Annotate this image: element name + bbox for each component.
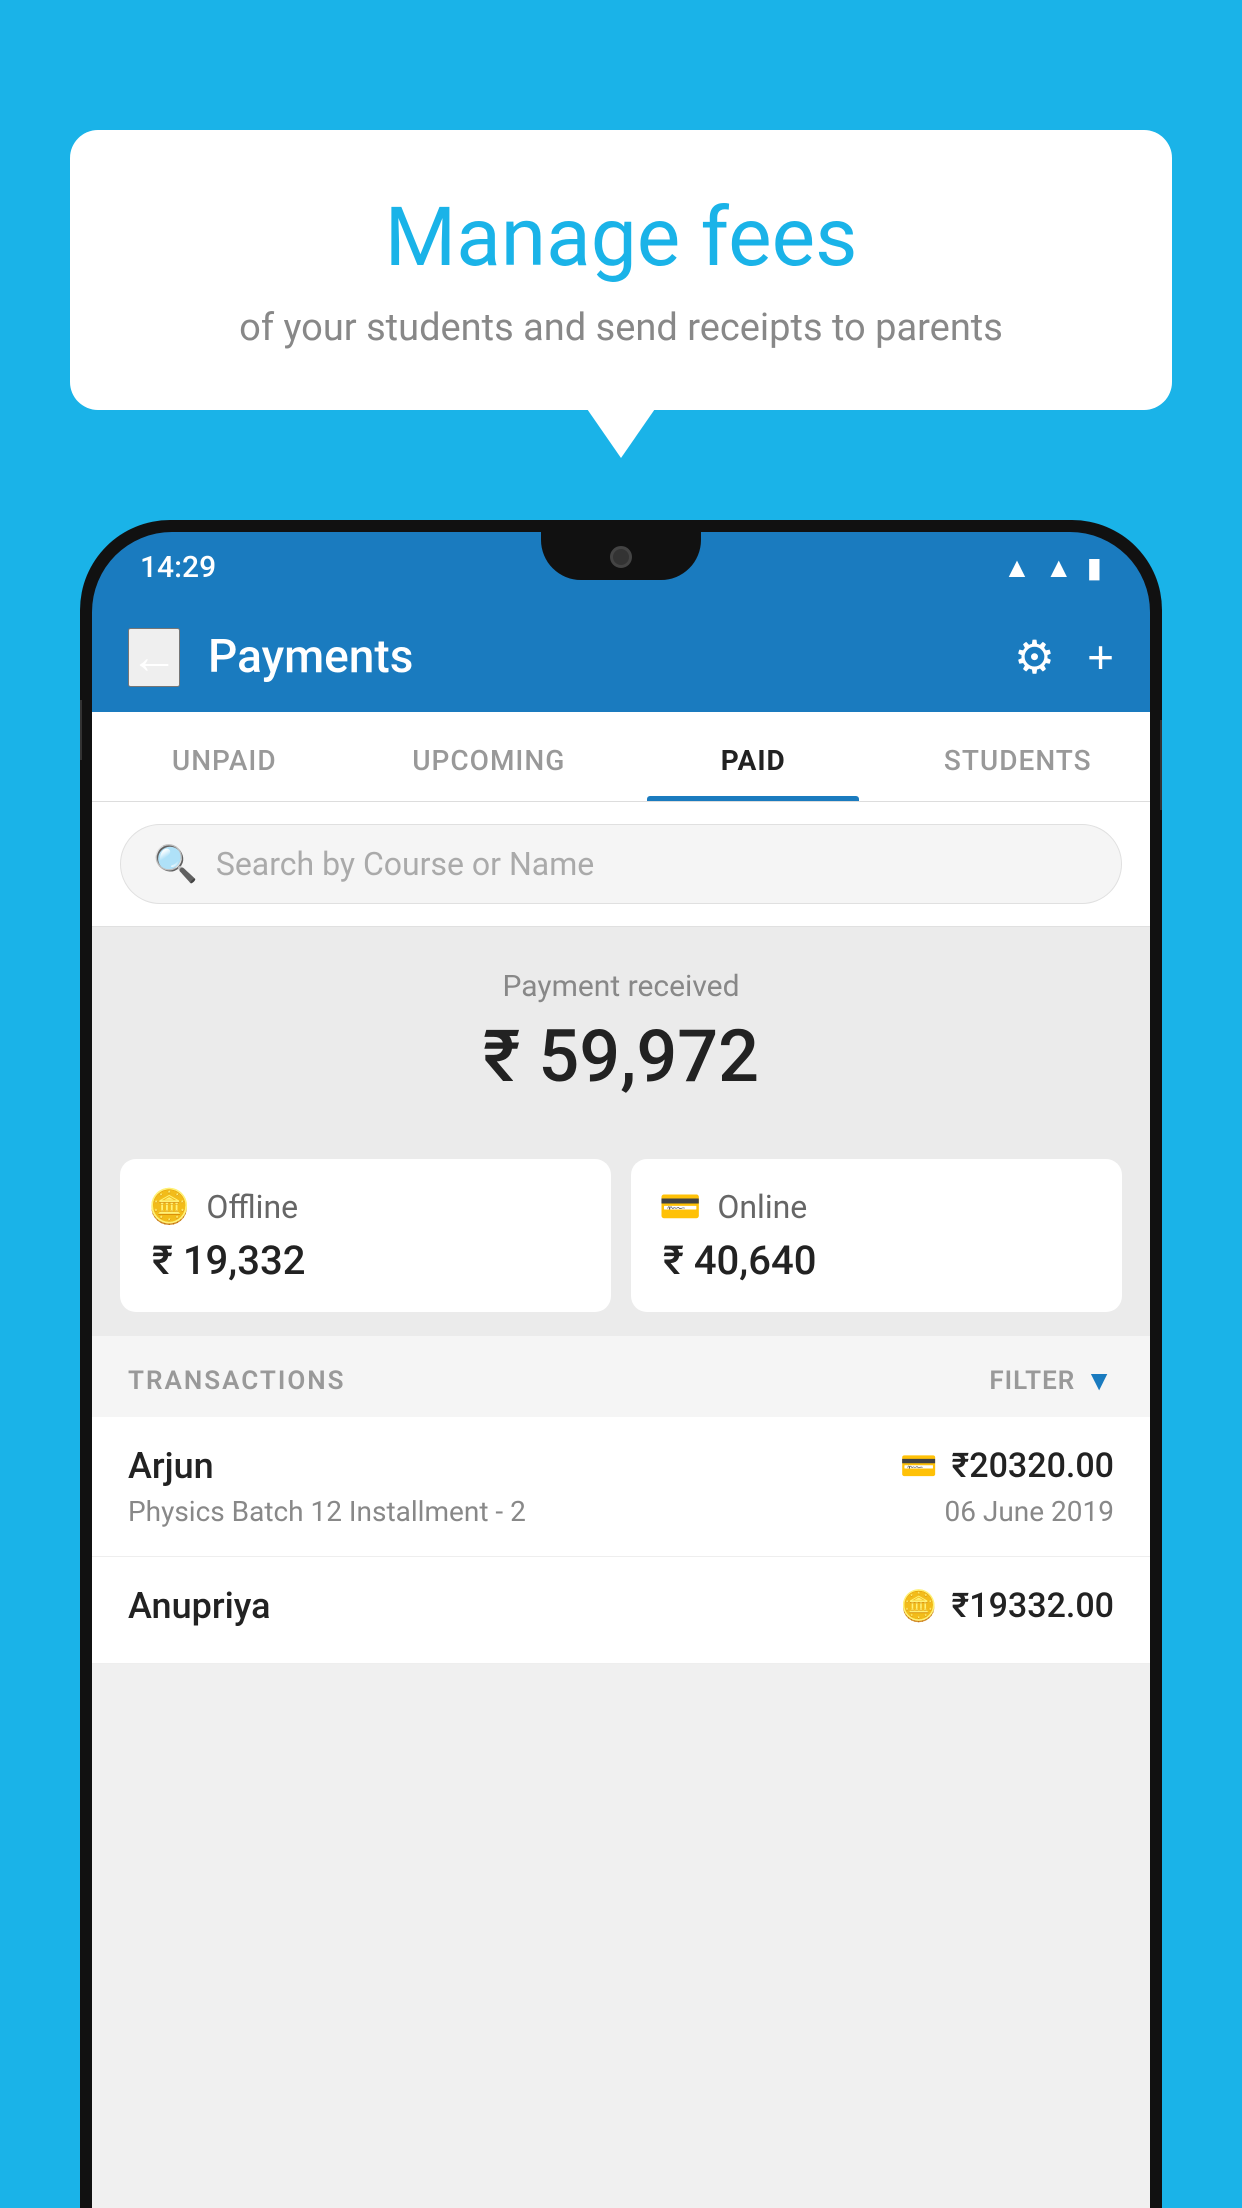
transaction-row-top: Arjun 💳 ₹20320.00 <box>128 1445 1114 1487</box>
phone-screen: 14:29 ▲ ▲ ▮ ← Payments ⚙ + UNPAID UPCOMI… <box>92 532 1150 2208</box>
cash-payment-icon: 🪙 <box>900 1589 937 1624</box>
filter-button[interactable]: FILTER ▼ <box>989 1364 1114 1397</box>
camera <box>610 546 632 568</box>
bubble-subtitle: of your students and send receipts to pa… <box>150 306 1092 350</box>
tabs-bar: UNPAID UPCOMING PAID STUDENTS <box>92 712 1150 802</box>
transactions-label: TRANSACTIONS <box>128 1366 346 1396</box>
speech-bubble: Manage fees of your students and send re… <box>70 130 1172 410</box>
offline-card-top: 🪙 Offline <box>148 1187 583 1227</box>
course-name: Physics Batch 12 Installment - 2 <box>128 1495 526 1528</box>
notch <box>541 532 701 580</box>
tab-upcoming[interactable]: UPCOMING <box>357 712 622 801</box>
payment-received-section: Payment received ₹ 59,972 <box>92 927 1150 1135</box>
payment-received-label: Payment received <box>92 969 1150 1004</box>
phone-frame: 14:29 ▲ ▲ ▮ ← Payments ⚙ + UNPAID UPCOMI… <box>80 520 1162 2208</box>
offline-label: Offline <box>206 1188 298 1226</box>
table-row[interactable]: Anupriya 🪙 ₹19332.00 <box>92 1557 1150 1664</box>
payment-cards: 🪙 Offline ₹ 19,332 💳 Online ₹ 40,640 <box>92 1135 1150 1336</box>
online-icon: 💳 <box>659 1187 701 1227</box>
online-card-top: 💳 Online <box>659 1187 1094 1227</box>
wifi-icon: ▲ <box>1003 551 1031 584</box>
transactions-header: TRANSACTIONS FILTER ▼ <box>92 1336 1150 1417</box>
tab-paid[interactable]: PAID <box>621 712 886 801</box>
transaction-row-top: Anupriya 🪙 ₹19332.00 <box>128 1585 1114 1627</box>
page-title: Payments <box>208 630 986 684</box>
power-button <box>1160 720 1162 810</box>
signal-icon: ▲ <box>1045 551 1073 584</box>
student-name: Arjun <box>128 1445 214 1487</box>
table-row[interactable]: Arjun 💳 ₹20320.00 Physics Batch 12 Insta… <box>92 1417 1150 1557</box>
transaction-amount: ₹19332.00 <box>952 1586 1114 1626</box>
bubble-title: Manage fees <box>150 190 1092 286</box>
add-button[interactable]: + <box>1087 630 1114 684</box>
back-button[interactable]: ← <box>128 628 180 687</box>
screen-content: UNPAID UPCOMING PAID STUDENTS 🔍 Search b… <box>92 712 1150 2208</box>
student-name: Anupriya <box>128 1585 271 1627</box>
transaction-date: 06 June 2019 <box>944 1495 1114 1528</box>
battery-icon: ▮ <box>1087 551 1102 584</box>
search-icon: 🔍 <box>153 843 198 885</box>
payment-total-amount: ₹ 59,972 <box>92 1014 1150 1099</box>
transaction-row-bottom: Physics Batch 12 Installment - 2 06 June… <box>128 1495 1114 1528</box>
search-bar[interactable]: 🔍 Search by Course or Name <box>120 824 1122 904</box>
status-time: 14:29 <box>140 550 216 585</box>
online-card: 💳 Online ₹ 40,640 <box>631 1159 1122 1312</box>
transaction-list: Arjun 💳 ₹20320.00 Physics Batch 12 Insta… <box>92 1417 1150 1664</box>
header-icons: ⚙ + <box>1014 630 1114 684</box>
volume-button <box>80 700 82 760</box>
online-amount: ₹ 40,640 <box>659 1237 1094 1284</box>
tab-students[interactable]: STUDENTS <box>886 712 1151 801</box>
offline-amount: ₹ 19,332 <box>148 1237 583 1284</box>
speech-bubble-container: Manage fees of your students and send re… <box>70 130 1172 410</box>
transaction-amount: ₹20320.00 <box>952 1446 1114 1486</box>
app-header: ← Payments ⚙ + <box>92 602 1150 712</box>
amount-cell: 💳 ₹20320.00 <box>900 1446 1114 1486</box>
online-label: Online <box>717 1188 807 1226</box>
status-icons: ▲ ▲ ▮ <box>1003 551 1102 584</box>
search-input[interactable]: Search by Course or Name <box>216 845 594 883</box>
settings-button[interactable]: ⚙ <box>1014 630 1055 684</box>
tab-unpaid[interactable]: UNPAID <box>92 712 357 801</box>
filter-label: FILTER <box>989 1366 1075 1396</box>
amount-cell: 🪙 ₹19332.00 <box>900 1586 1114 1626</box>
search-container: 🔍 Search by Course or Name <box>92 802 1150 927</box>
card-payment-icon: 💳 <box>900 1449 937 1484</box>
offline-card: 🪙 Offline ₹ 19,332 <box>120 1159 611 1312</box>
filter-icon: ▼ <box>1085 1364 1114 1397</box>
offline-icon: 🪙 <box>148 1187 190 1227</box>
